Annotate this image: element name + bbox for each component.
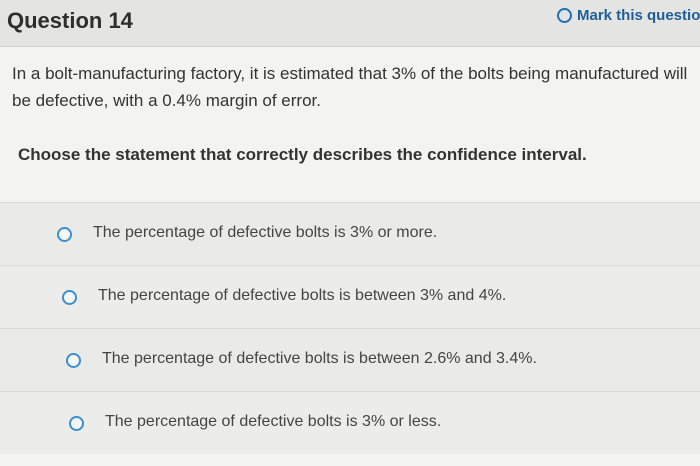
radio-button[interactable] <box>66 353 81 368</box>
answer-option-3[interactable]: The percentage of defective bolts is bet… <box>0 328 700 391</box>
question-text: In a bolt-manufacturing factory, it is e… <box>12 64 688 110</box>
question-header: Question 14 Mark this question <box>0 0 700 47</box>
answer-option-label: The percentage of defective bolts is bet… <box>98 287 507 304</box>
radio-button[interactable] <box>57 227 72 242</box>
radio-button[interactable] <box>69 416 84 431</box>
question-title: Question 14 <box>7 8 133 33</box>
answer-option-label: The percentage of defective bolts is 3% … <box>105 413 442 430</box>
radio-button[interactable] <box>62 290 77 305</box>
mark-question-label: Mark this question <box>577 6 700 24</box>
answer-option-1[interactable]: The percentage of defective bolts is 3% … <box>0 202 700 265</box>
answer-option-label: The percentage of defective bolts is 3% … <box>93 224 438 241</box>
question-instruction: Choose the statement that correctly desc… <box>18 145 587 164</box>
answer-option-4[interactable]: The percentage of defective bolts is 3% … <box>0 391 700 454</box>
answer-options: The percentage of defective bolts is 3% … <box>0 202 700 454</box>
mark-question-button[interactable]: Mark this question <box>557 5 700 25</box>
answer-option-label: The percentage of defective bolts is bet… <box>102 350 537 367</box>
circle-icon <box>557 7 572 23</box>
answer-option-2[interactable]: The percentage of defective bolts is bet… <box>0 265 700 328</box>
